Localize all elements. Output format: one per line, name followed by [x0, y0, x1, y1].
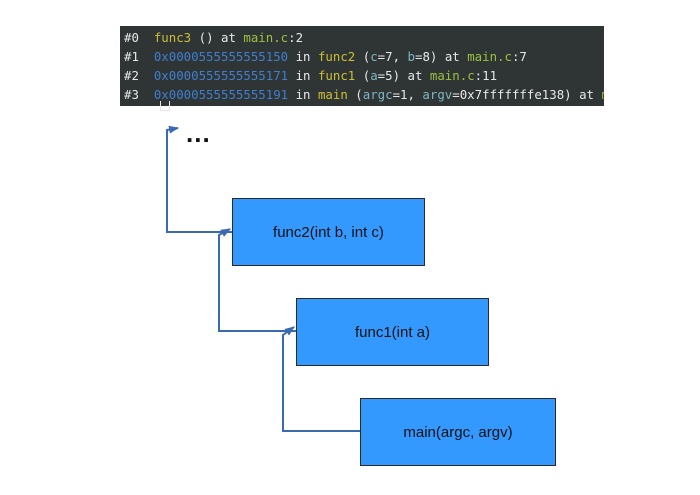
arrow-func2-to-func3 [166, 125, 232, 233]
main-frame-box: main(argc, argv) [360, 398, 556, 466]
func2-frame-box: func2(int b, int c) [232, 198, 425, 266]
func1-frame-box: func1(int a) [296, 298, 489, 366]
